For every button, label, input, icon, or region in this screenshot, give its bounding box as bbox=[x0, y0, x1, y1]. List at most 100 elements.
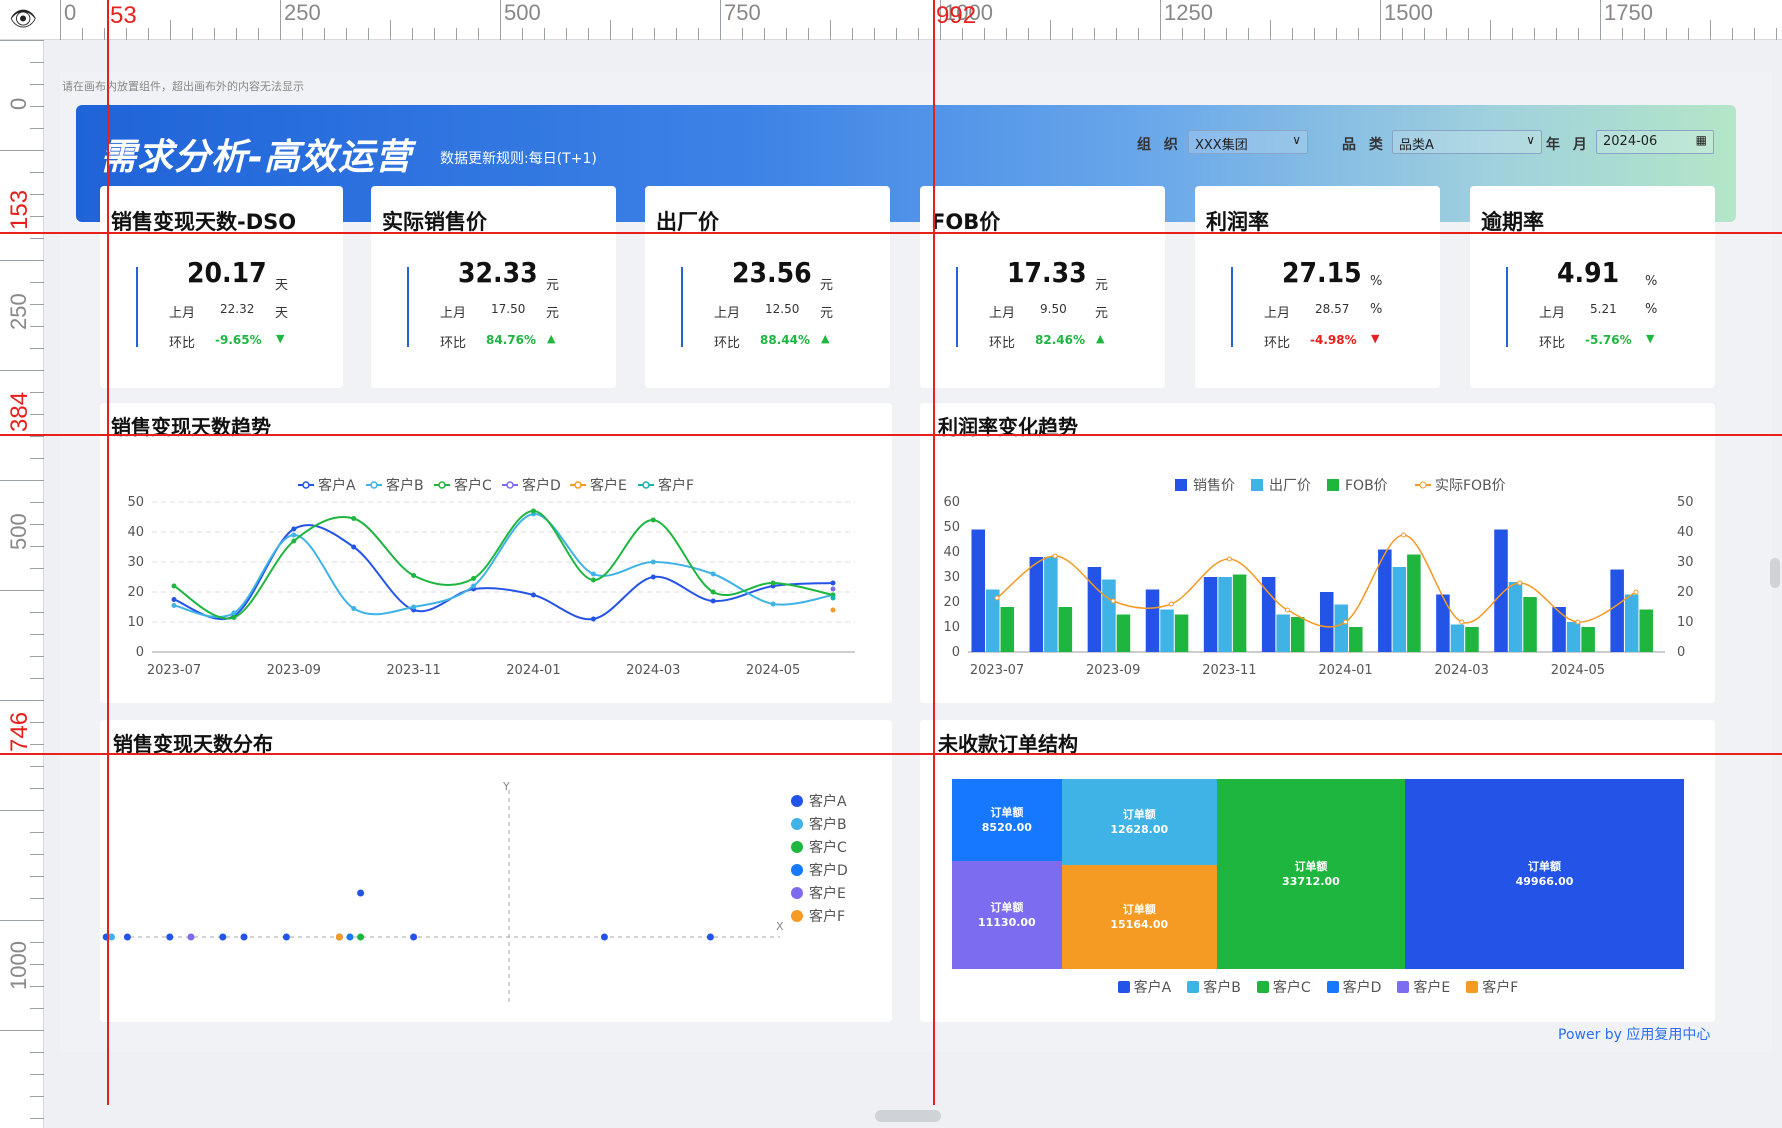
ruler-minor-tick bbox=[566, 28, 567, 40]
x-tick-label: 2024-03 bbox=[1435, 663, 1489, 678]
arrow-down-icon: ▼ bbox=[1646, 332, 1655, 345]
x-tick-label: 2023-07 bbox=[147, 663, 201, 678]
ruler-minor-tick bbox=[1028, 28, 1029, 40]
ruler-minor-tick bbox=[764, 28, 765, 40]
ruler-minor-tick bbox=[390, 20, 391, 40]
ruler-tick bbox=[0, 1030, 44, 1031]
kpi-value: 17.33 bbox=[1007, 256, 1087, 289]
data-point bbox=[411, 573, 417, 578]
legend-label: 实际FOB价 bbox=[1435, 478, 1506, 494]
powered-by-link[interactable]: Power by 应用复用中心 bbox=[1558, 1024, 1710, 1044]
ruler-minor-tick bbox=[984, 28, 985, 40]
scatter-point bbox=[335, 933, 343, 941]
guide-line-vertical[interactable] bbox=[933, 0, 935, 1105]
ruler-label: 1500 bbox=[1384, 0, 1433, 25]
treemap-legend: 客户A 客户B 客户C 客户D 客户E 客户F bbox=[952, 977, 1684, 997]
org-select[interactable]: XXX集团 ∨ bbox=[1188, 130, 1308, 154]
ruler-minor-tick bbox=[1358, 28, 1359, 40]
legend-marker bbox=[370, 481, 378, 489]
treemap-cell: 订单额 8520.00 bbox=[952, 779, 1062, 862]
ruler-minor-tick bbox=[1314, 28, 1315, 40]
ruler-label: 500 bbox=[504, 0, 541, 25]
kpi-prev-value: 5.21 bbox=[1590, 302, 1617, 316]
data-point bbox=[291, 532, 297, 538]
kpi-accent-bar bbox=[407, 267, 409, 347]
ruler-tick bbox=[0, 700, 44, 701]
treemap-cell: 订单额 15164.00 bbox=[1061, 865, 1217, 969]
y-tick-label-right: 30 bbox=[1677, 555, 1694, 570]
ruler-minor-tick bbox=[1490, 20, 1491, 40]
legend-label: 出厂价 bbox=[1269, 478, 1311, 494]
bar bbox=[1000, 607, 1015, 652]
category-select[interactable]: 品类A ∨ bbox=[1392, 130, 1542, 154]
bar bbox=[1116, 614, 1131, 652]
ruler-tick bbox=[0, 150, 44, 151]
ruler-minor-tick bbox=[808, 28, 809, 40]
data-point bbox=[710, 589, 716, 595]
ruler-minor-tick bbox=[1116, 28, 1117, 40]
data-point bbox=[1401, 532, 1407, 538]
kpi-prev-value: 28.57 bbox=[1315, 302, 1350, 316]
data-point bbox=[770, 580, 776, 586]
bar bbox=[1145, 589, 1160, 652]
guide-line-vertical[interactable] bbox=[107, 0, 109, 1105]
ruler-minor-tick bbox=[1072, 28, 1073, 40]
ruler-major-tick bbox=[1160, 0, 1161, 40]
ruler-minor-tick bbox=[368, 28, 369, 40]
legend-label: 客户C bbox=[454, 477, 492, 494]
category-select-value: 品类A bbox=[1399, 138, 1434, 153]
ruler-tick bbox=[30, 348, 44, 349]
kpi-change-label: 环比 bbox=[440, 336, 467, 351]
guide-line-horizontal[interactable] bbox=[0, 434, 1782, 436]
x-tick-label: 2024-01 bbox=[1318, 663, 1372, 678]
treemap-cell-value: 12628.00 bbox=[1110, 823, 1169, 837]
bar bbox=[1102, 579, 1116, 652]
legend-marker bbox=[791, 818, 803, 830]
bar bbox=[1044, 557, 1058, 652]
legend-label: 客户E bbox=[809, 885, 846, 902]
bar bbox=[1566, 622, 1581, 652]
ruler-label: 1750 bbox=[1604, 0, 1653, 25]
horizontal-ruler: 0 250 500 750 1000 1250 1500 1750 bbox=[0, 0, 1782, 40]
bar bbox=[1378, 549, 1392, 652]
y-tick-label: 50 bbox=[127, 495, 144, 510]
ruler-minor-tick bbox=[632, 28, 633, 40]
y-tick-label-right: 20 bbox=[1677, 585, 1694, 600]
legend-marker bbox=[791, 864, 803, 876]
guide-line-horizontal[interactable] bbox=[0, 232, 1782, 234]
y-tick-label: 40 bbox=[127, 525, 144, 540]
scatter-point bbox=[357, 933, 365, 941]
legend-swatch bbox=[1397, 981, 1410, 993]
ruler-minor-tick bbox=[1094, 28, 1095, 40]
month-picker[interactable]: 2024-06 ▦ bbox=[1596, 130, 1714, 154]
bar bbox=[1610, 569, 1624, 652]
ruler-minor-tick bbox=[236, 28, 237, 40]
kpi-change-label: 环比 bbox=[1264, 336, 1291, 351]
ruler-tick bbox=[30, 458, 44, 459]
y-axis-label: Y bbox=[502, 780, 510, 793]
bar bbox=[1450, 624, 1465, 652]
legend-label: 客户C bbox=[809, 839, 847, 856]
scatter-point bbox=[410, 933, 418, 941]
kpi-unit: % bbox=[1645, 274, 1658, 289]
treemap-cell-value: 15164.00 bbox=[1110, 918, 1169, 932]
y-tick-label: 30 bbox=[127, 555, 144, 570]
legend-swatch bbox=[1256, 981, 1269, 993]
ruler-tick bbox=[30, 678, 44, 679]
horizontal-scrollbar[interactable] bbox=[875, 1110, 941, 1122]
legend-label: 客户B bbox=[386, 477, 424, 494]
guide-line-horizontal[interactable] bbox=[0, 753, 1782, 755]
ruler-label: 1250 bbox=[1164, 0, 1213, 25]
kpi-prev-value: 12.50 bbox=[765, 302, 800, 316]
dso-distribution-chart: X Y 客户A 客户B 客户C 客户D 客户E 客户F bbox=[102, 780, 848, 1002]
legend-label: 客户B bbox=[809, 816, 847, 833]
vertical-scrollbar[interactable] bbox=[1770, 558, 1780, 588]
ruler-minor-tick bbox=[610, 20, 611, 40]
ruler-label: 500 bbox=[6, 513, 31, 550]
eye-icon[interactable]: 👁 bbox=[9, 8, 37, 32]
treemap-cell-label: 订单额 bbox=[1122, 903, 1156, 917]
data-point bbox=[351, 606, 357, 611]
ruler-tick bbox=[0, 810, 44, 811]
x-tick-label: 2023-11 bbox=[1202, 663, 1256, 678]
ruler-tick bbox=[30, 766, 44, 767]
